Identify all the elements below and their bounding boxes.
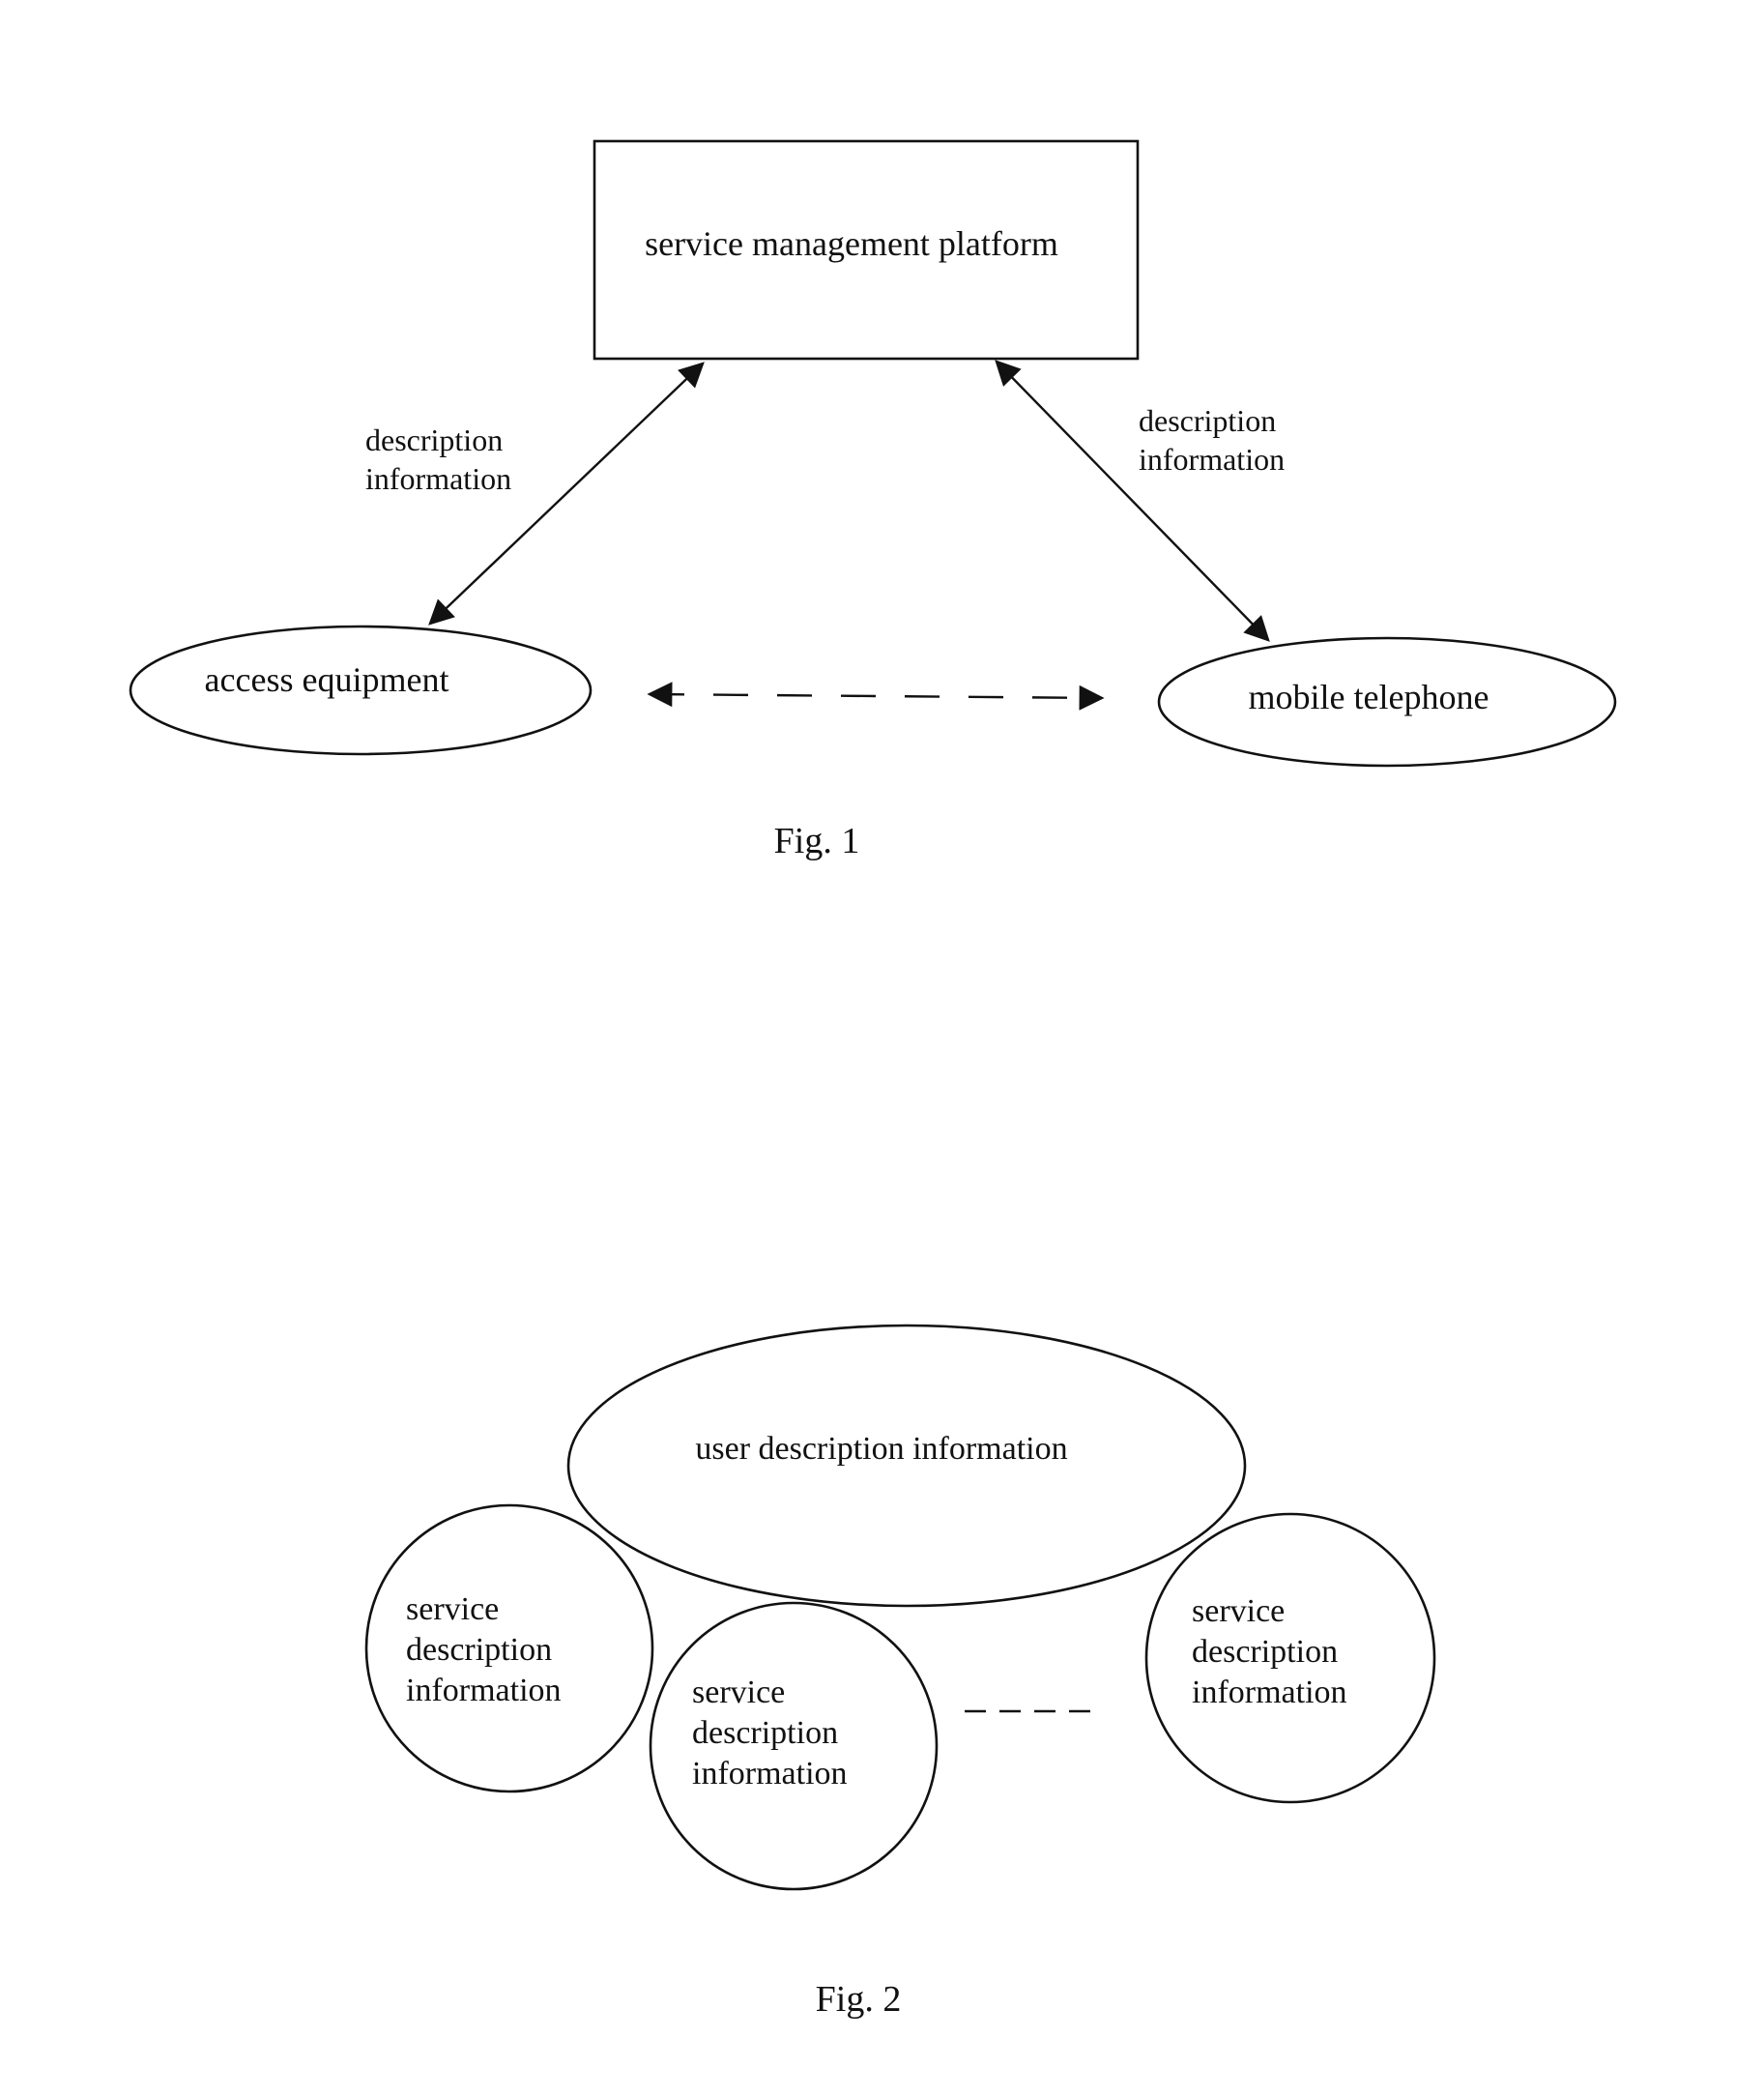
mobile-telephone-label: mobile telephone [1249,678,1489,716]
service-1-line3: information [406,1673,562,1708]
figure-2-caption: Fig. 2 [816,1979,902,2020]
service-3-line2: description [1192,1634,1338,1670]
user-description-label: user description information [695,1431,1067,1467]
right-edge-label-line1: description [1139,403,1276,438]
left-edge-label-line1: description [365,422,503,457]
service-1-line1: service [406,1591,499,1627]
service-3-line3: information [1192,1675,1347,1710]
left-edge-label-line2: information [365,461,511,496]
service-2-line3: information [692,1756,848,1791]
service-3-line1: service [1192,1593,1285,1629]
service-2-line2: description [692,1715,838,1751]
service-1-line2: description [406,1632,552,1668]
access-equipment-label: access equipment [205,660,449,699]
figure-2: user description information service des… [364,1324,1436,2020]
dashed-bidirectional-arrow [647,682,1105,711]
patent-figures: service management platform access equip… [129,139,1617,2020]
figure-1: service management platform access equip… [129,139,1617,861]
platform-label: service management platform [645,224,1058,263]
figure-1-caption: Fig. 1 [774,821,860,861]
right-edge-label-line2: information [1139,442,1285,477]
service-2-line1: service [692,1675,785,1710]
